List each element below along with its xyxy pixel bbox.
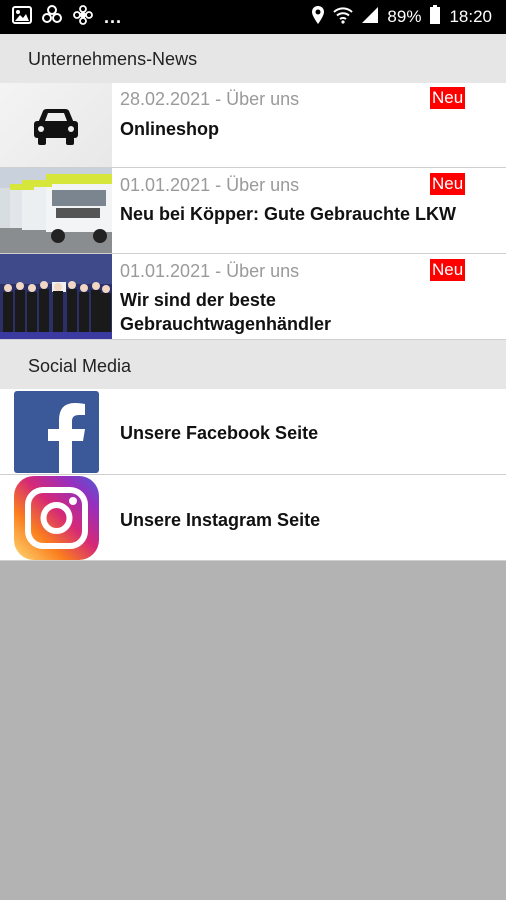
battery-percent: 89% bbox=[387, 7, 422, 26]
image-icon bbox=[12, 5, 32, 29]
news-item-onlineshop[interactable]: 28.02.2021 - Über uns Onlineshop Neu bbox=[0, 83, 506, 168]
news-meta: 01.01.2021 - Über uns bbox=[120, 175, 300, 195]
new-badge: Neu bbox=[430, 173, 466, 195]
empty-content-area bbox=[0, 562, 506, 900]
news-title: Neu bei Köpper: Gute Gebrauchte LKW bbox=[120, 204, 457, 224]
news-meta: 28.02.2021 - Über uns bbox=[120, 89, 300, 109]
facebook-label: Unsere Facebook Seite bbox=[120, 423, 319, 443]
instagram-label: Unsere Instagram Seite bbox=[120, 510, 321, 530]
team-photo bbox=[0, 254, 112, 339]
news-item-lkw[interactable]: 01.01.2021 - Über uns Neu bei Köpper: Gu… bbox=[0, 168, 506, 254]
facebook-icon bbox=[14, 391, 99, 473]
car-icon bbox=[0, 83, 112, 167]
flower-icon bbox=[72, 4, 94, 30]
trucks-photo bbox=[0, 168, 112, 253]
section-header-news: Unternehmens-News bbox=[0, 34, 506, 83]
news-title: Wir sind der beste Gebrauchtwagenhändler bbox=[120, 290, 332, 334]
pinwheel-icon bbox=[42, 4, 62, 30]
more-notifications: ... bbox=[104, 6, 123, 27]
social-item-instagram[interactable]: Unsere Instagram Seite bbox=[0, 475, 506, 561]
signal-icon bbox=[361, 6, 379, 29]
battery-icon bbox=[429, 4, 441, 30]
news-item-gebrauchtwagen[interactable]: 01.01.2021 - Über uns Wir sind der beste… bbox=[0, 254, 506, 340]
wifi-icon bbox=[333, 6, 354, 29]
section-title-news: Unternehmens-News bbox=[28, 49, 198, 69]
news-meta: 01.01.2021 - Über uns bbox=[120, 261, 300, 281]
location-icon bbox=[311, 5, 325, 30]
new-badge: Neu bbox=[430, 87, 466, 109]
news-title: Onlineshop bbox=[120, 119, 219, 139]
social-item-facebook[interactable]: Unsere Facebook Seite bbox=[0, 389, 506, 475]
new-badge: Neu bbox=[430, 259, 466, 281]
section-title-social: Social Media bbox=[28, 356, 132, 376]
instagram-icon bbox=[14, 476, 99, 560]
section-header-social: Social Media bbox=[0, 340, 506, 389]
clock-time: 18:20 bbox=[449, 7, 492, 26]
status-bar: ... 89% 18:20 bbox=[0, 0, 506, 34]
